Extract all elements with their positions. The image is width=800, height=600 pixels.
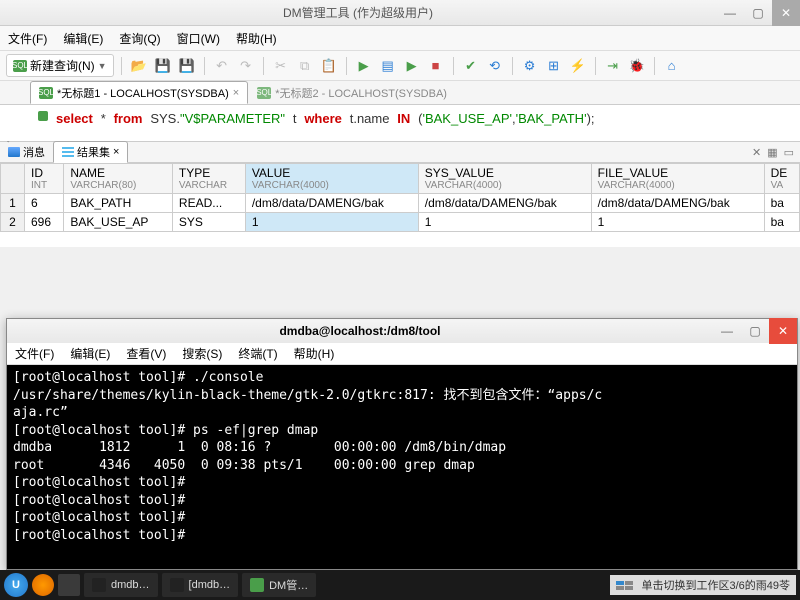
grid2-icon[interactable]: ▦: [767, 146, 777, 159]
toolbar: SQL 新建查询(N) ▼ 📂 💾 💾 ↶ ↷ ✂ ⧉ 📋 ▶ ▤ ▶ ■ ✔ …: [0, 51, 800, 81]
terminal-icon: [92, 578, 106, 592]
menu-file[interactable]: 文件(F): [8, 30, 47, 47]
script-icon[interactable]: ▤: [378, 56, 398, 76]
minimize-button[interactable]: —: [716, 0, 744, 26]
rollback-icon[interactable]: ⟲: [485, 56, 505, 76]
sql-icon: SQL: [257, 87, 271, 99]
terminal-titlebar[interactable]: dmdba@localhost:/dm8/tool — ▢ ✕: [7, 319, 797, 343]
result-grid[interactable]: IDINT NAMEVARCHAR(80) TYPEVARCHAR VALUEV…: [0, 163, 800, 247]
link-icon[interactable]: ✕: [752, 146, 761, 159]
menu-query[interactable]: 查询(Q): [119, 30, 160, 47]
sql-icon: SQL: [39, 87, 53, 99]
sql-icon: SQL: [13, 60, 27, 72]
stop-icon[interactable]: ■: [426, 56, 446, 76]
close-tab-icon[interactable]: ×: [233, 87, 239, 99]
menu-window[interactable]: 窗口(W): [177, 30, 220, 47]
term-menu-view[interactable]: 查看(V): [126, 345, 166, 362]
files-icon[interactable]: [58, 574, 80, 596]
firefox-icon[interactable]: [32, 574, 54, 596]
term-menu-search[interactable]: 搜索(S): [182, 345, 222, 362]
copy-icon[interactable]: ⧉: [295, 56, 315, 76]
window-title: DM管理工具 (作为超级用户): [0, 4, 716, 21]
maximize-button[interactable]: ▢: [744, 0, 772, 26]
task-dm[interactable]: DM管…: [242, 573, 316, 597]
taskbar: U dmdb… [dmdb… DM管… 单击切换到工作区3/6的雨49苓: [0, 570, 800, 600]
term-close-button[interactable]: ✕: [769, 318, 797, 344]
titlebar: DM管理工具 (作为超级用户) — ▢ ✕: [0, 0, 800, 26]
terminal-icon: [170, 578, 184, 592]
tab-1[interactable]: SQL *无标题1 - LOCALHOST(SYSDBA) ×: [30, 81, 248, 104]
tab-2[interactable]: SQL *无标题2 - LOCALHOST(SYSDBA): [248, 81, 456, 104]
run-icon[interactable]: ▶: [354, 56, 374, 76]
term-menu-file[interactable]: 文件(F): [15, 345, 54, 362]
editor-area: ▤ ◇ SQL *无标题1 - LOCALHOST(SYSDBA) × SQL …: [0, 81, 800, 247]
tool2-icon[interactable]: ⊞: [544, 56, 564, 76]
term-minimize-button[interactable]: —: [713, 318, 741, 344]
start-button[interactable]: U: [4, 573, 28, 597]
tool3-icon[interactable]: ⚡: [568, 56, 588, 76]
exec-icon[interactable]: ▶: [402, 56, 422, 76]
new-query-button[interactable]: SQL 新建查询(N) ▼: [6, 54, 114, 77]
home-icon[interactable]: ⌂: [662, 56, 682, 76]
term-maximize-button[interactable]: ▢: [741, 318, 769, 344]
result-tabs: 消息 结果集× ✕ ▦ ▭: [0, 141, 800, 163]
undo-icon[interactable]: ↶: [212, 56, 232, 76]
term-menu-help[interactable]: 帮助(H): [294, 345, 335, 362]
chevron-down-icon: ▼: [98, 61, 107, 71]
save-icon[interactable]: 💾: [153, 56, 173, 76]
task-terminal-1[interactable]: dmdb…: [84, 573, 158, 597]
cut-icon[interactable]: ✂: [271, 56, 291, 76]
menubar: 文件(F) 编辑(E) 查询(Q) 窗口(W) 帮助(H): [0, 26, 800, 51]
menu-help[interactable]: 帮助(H): [236, 30, 277, 47]
sql-editor[interactable]: select * from SYS."V$PARAMETER" t where …: [0, 105, 800, 141]
saveall-icon[interactable]: 💾: [177, 56, 197, 76]
close-button[interactable]: ✕: [772, 0, 800, 26]
grid-icon: [62, 147, 74, 157]
tool1-icon[interactable]: ⚙: [520, 56, 540, 76]
collapse-icon[interactable]: ▭: [784, 146, 794, 159]
tool4-icon[interactable]: ⇥: [603, 56, 623, 76]
commit-icon[interactable]: ✔: [461, 56, 481, 76]
menu-edit[interactable]: 编辑(E): [63, 30, 103, 47]
close-tab-icon[interactable]: ×: [113, 146, 119, 158]
message-icon: [8, 147, 20, 157]
dm-icon: [250, 578, 264, 592]
table-row: 1 6BAK_PATHREAD.../dm8/data/DAMENG/bak/d…: [1, 194, 800, 213]
term-menu-edit[interactable]: 编辑(E): [70, 345, 110, 362]
table-row: 2 696BAK_USE_APSYS111ba: [1, 213, 800, 232]
bug-icon[interactable]: 🐞: [627, 56, 647, 76]
terminal-window: dmdba@localhost:/dm8/tool — ▢ ✕ 文件(F) 编辑…: [6, 318, 798, 570]
term-menu-terminal[interactable]: 终端(T): [238, 345, 277, 362]
paste-icon[interactable]: 📋: [319, 56, 339, 76]
system-tray[interactable]: 单击切换到工作区3/6的雨49苓: [610, 575, 796, 595]
workspace-switcher-icon[interactable]: [616, 581, 633, 590]
task-terminal-2[interactable]: [dmdb…: [162, 573, 239, 597]
open-icon[interactable]: 📂: [129, 56, 149, 76]
terminal[interactable]: [root@localhost tool]# ./console /usr/sh…: [7, 365, 797, 569]
redo-icon[interactable]: ↷: [236, 56, 256, 76]
tab-resultset[interactable]: 结果集×: [53, 141, 128, 163]
editor-tabs: SQL *无标题1 - LOCALHOST(SYSDBA) × SQL *无标题…: [0, 81, 800, 105]
